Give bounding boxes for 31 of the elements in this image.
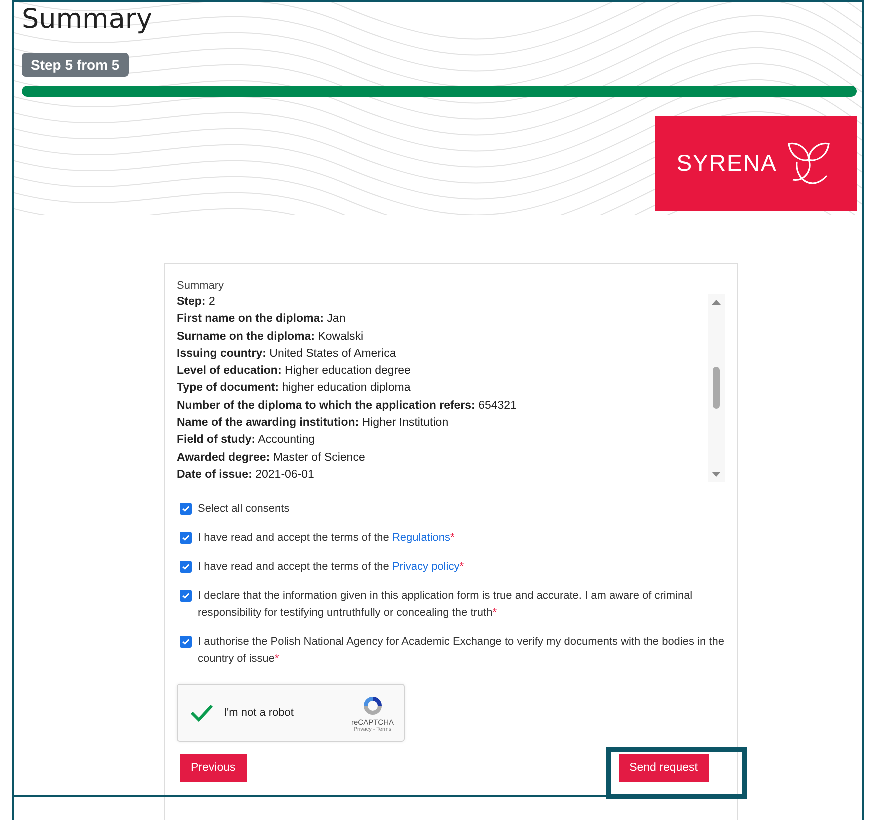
captcha-label: I'm not a robot [224, 707, 295, 720]
summary-row-text: First name on the diploma: Jan [177, 312, 347, 328]
summary-row-text: Step: 2 [177, 295, 216, 310]
consent-text: I have read and accept the terms of the Privacy policy* [198, 560, 464, 576]
page-title: Summary [22, 3, 152, 37]
consent-checkbox[interactable] [180, 503, 192, 516]
consent-text: I have read and accept the terms of the Regulations* [198, 531, 455, 546]
summary-row-text: Issuing country: United States of America [177, 346, 398, 362]
logo-text: SYRENA [676, 150, 778, 177]
consent-text: Select all consents [198, 502, 290, 518]
consent-checkbox[interactable] [180, 561, 192, 574]
consent-link[interactable]: Regulations [392, 532, 451, 544]
consent-link[interactable]: Privacy policy [392, 561, 460, 574]
consent-checkbox[interactable] [180, 636, 192, 648]
send-button[interactable]: Send request [618, 754, 709, 782]
summary-row-text: Name of the awarding institution: Higher Institution [177, 416, 450, 432]
summary-row-text: Level of education: Higher education degree [177, 364, 412, 380]
step-badge: Step 5 from 5 [22, 53, 129, 77]
summary-row-text: Surname on the diploma: Kowalski [177, 330, 365, 345]
consent-checkbox[interactable] [180, 532, 192, 544]
summary-row-text: Type of document: higher education diploma [177, 381, 412, 396]
summary-row-text: Field of study: Accounting [177, 433, 316, 448]
consent-text: I declare that the information given in this application form is true and accurate. I am aware of criminal responsibility for testifying untruthfully or concealing the truth* [198, 589, 694, 622]
summary-row-text: Date of issue: 2021-06-01 [177, 468, 316, 483]
summary-row-text: Awarded degree: Master of Science [177, 450, 366, 466]
previous-button[interactable]: Previous [180, 754, 247, 782]
card-label: Summary [177, 280, 226, 292]
consent-text: I authorise the Polish National Agency for Academic Exchange to verify my documents with the bodies in the country of issue* [198, 635, 725, 668]
summary-row-text: Number of the diploma to which the application refers: 654321 [177, 398, 518, 414]
scrollbar[interactable] [708, 294, 725, 482]
consent-checkbox[interactable] [180, 590, 192, 602]
